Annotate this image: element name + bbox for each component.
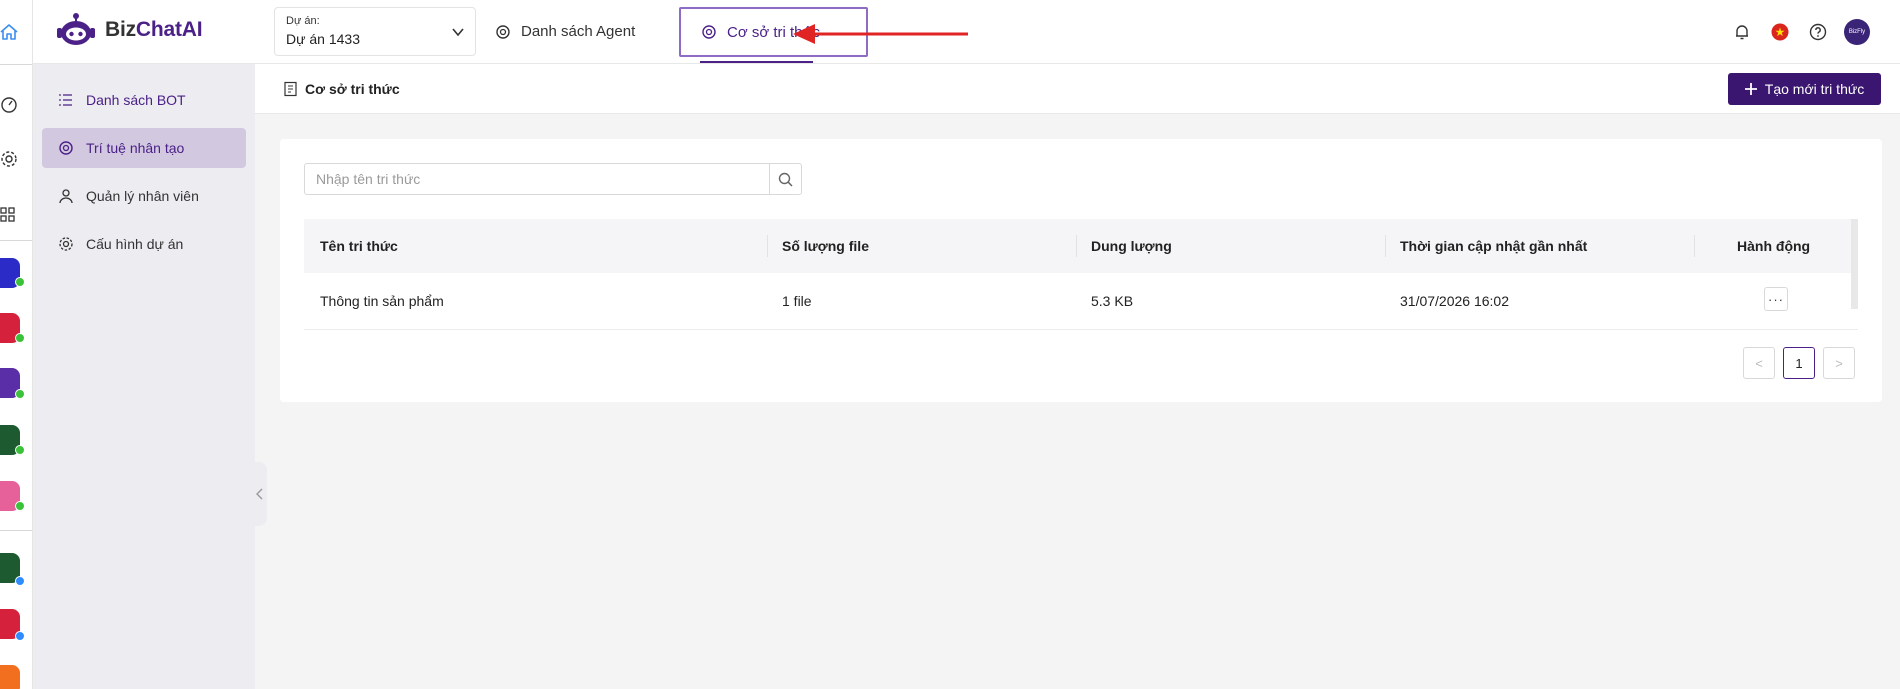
ai-icon [496,24,510,39]
online-dot [15,389,25,399]
add-dot [15,631,25,641]
add-dot [15,576,25,586]
knowledge-table: Tên tri thức Số lượng file Dung lượng Th… [304,219,1858,330]
cell-files: 1 file [782,293,812,309]
next-page-button[interactable]: > [1823,347,1855,379]
page-title: Cơ sở tri thức [283,81,400,97]
sidebar-item-label: Trí tuệ nhân tạo [86,140,185,156]
list-icon [59,94,72,106]
project-value: Dự án 1433 [286,31,360,47]
project-selector[interactable]: Dự án: Dự án 1433 [274,7,476,56]
cell-size: 5.3 KB [1091,293,1134,309]
column-header: Số lượng file [782,238,869,254]
table-row[interactable]: Thông tin sản phẩm 1 file 5.3 KB 31/07/2… [304,273,1858,330]
top-header: BizChatAI Dự án: Dự án 1433 Danh sách Ag… [33,0,1900,64]
dashboard-icon[interactable] [0,90,32,118]
avatar-text: BizFly [1848,29,1866,35]
brand-name: BizChatAI [105,18,203,41]
knowledge-card: Tên tri thức Số lượng file Dung lượng Th… [280,139,1882,402]
robot-logo-icon [57,13,95,45]
column-header: Tên tri thức [320,238,398,254]
cell-name: Thông tin sản phẩm [320,293,444,309]
table-header: Tên tri thức Số lượng file Dung lượng Th… [304,219,1858,273]
apps-grid-icon[interactable] [0,201,32,229]
tab-agents[interactable]: Danh sách Agent [495,0,635,63]
sidebar: Danh sách BOT Trí tuệ nhân tạo Quản lý n… [33,64,255,689]
plus-icon [1744,83,1757,95]
gear-icon [59,237,73,251]
active-tab-indicator [700,61,813,63]
page-header: Cơ sở tri thức Tạo mới tri thức [255,64,1900,114]
sidebar-item-label: Cấu hình dự án [86,236,184,252]
search-input[interactable] [305,164,769,194]
settings-icon[interactable] [0,145,32,173]
column-header: Dung lượng [1091,238,1172,254]
tab-agents-label: Danh sách Agent [521,23,636,40]
more-actions-button[interactable]: ··· [1764,287,1788,311]
create-knowledge-button[interactable]: Tạo mới tri thức [1728,73,1881,105]
app-icon-8[interactable] [0,665,20,689]
bell-icon[interactable] [1730,20,1754,44]
annotation-arrow [793,24,968,44]
chevron-left-icon [256,488,263,500]
page-button[interactable]: 1 [1783,347,1815,379]
search-button[interactable] [769,164,801,194]
prev-page-button[interactable]: < [1743,347,1775,379]
app-rail [0,0,33,689]
sidebar-item-label: Danh sách BOT [86,92,186,108]
sidebar-item-label: Quản lý nhân viên [86,188,199,204]
search-icon [778,172,793,187]
brand-logo[interactable]: BizChatAI [55,12,203,48]
sidebar-item-project-config[interactable]: Cấu hình dự án [42,224,246,264]
sidebar-item-bot-list[interactable]: Danh sách BOT [42,80,246,120]
table-scrollbar[interactable] [1851,219,1858,309]
online-dot [15,277,25,287]
book-icon [284,81,297,97]
ai-icon [702,25,716,39]
chevron-down-icon [452,28,464,37]
sidebar-item-ai[interactable]: Trí tuệ nhân tạo [42,128,246,168]
online-dot [15,501,25,511]
vietnam-flag-icon[interactable] [1768,20,1792,44]
home-icon[interactable] [0,18,32,46]
sidebar-item-staff[interactable]: Quản lý nhân viên [42,176,246,216]
user-icon [59,189,73,204]
avatar[interactable]: BizFly [1844,19,1870,45]
collapse-sidebar-button[interactable] [253,462,267,526]
column-header: Hành động [1737,238,1811,254]
help-icon[interactable] [1806,20,1830,44]
search-box [304,163,802,195]
project-label: Dự án: [286,15,320,27]
ai-icon [59,141,73,155]
column-header: Thời gian cập nhật gần nhất [1400,238,1588,254]
online-dot [15,445,25,455]
cell-updated: 31/07/2026 16:02 [1400,293,1509,309]
create-knowledge-label: Tạo mới tri thức [1764,81,1865,97]
page-title-text: Cơ sở tri thức [305,81,400,97]
online-dot [15,333,25,343]
